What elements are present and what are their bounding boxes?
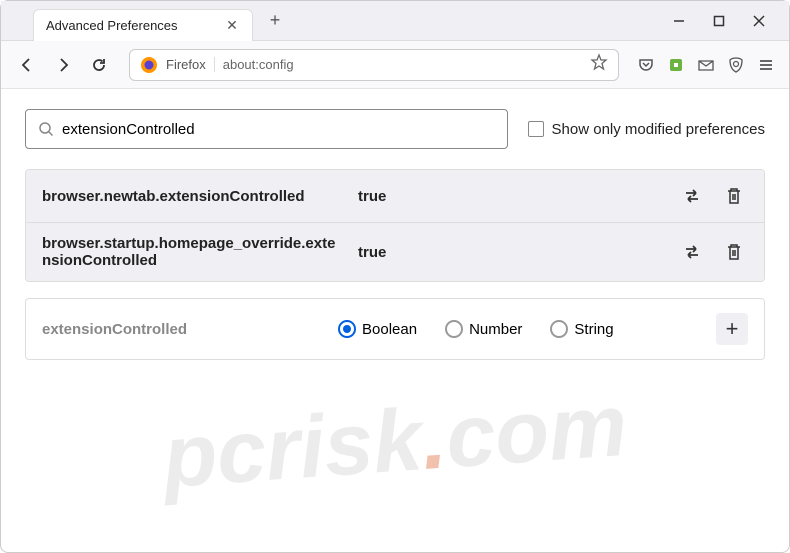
delete-button[interactable] [720, 182, 748, 210]
browser-tab[interactable]: Advanced Preferences ✕ [33, 9, 253, 41]
watermark: pcrisk.com [160, 374, 631, 508]
radio-number[interactable]: Number [445, 320, 522, 338]
url-bar[interactable]: Firefox about:config [129, 49, 619, 81]
menu-icon[interactable] [755, 54, 777, 76]
show-modified-checkbox[interactable]: Show only modified preferences [528, 121, 765, 138]
close-window-button[interactable] [749, 11, 769, 31]
preference-table: browser.newtab.extensionControlled true … [25, 169, 765, 282]
preference-row: browser.newtab.extensionControlled true [26, 170, 764, 223]
radio-string[interactable]: String [550, 320, 613, 338]
radio-label: Number [469, 321, 522, 338]
add-preference-button[interactable]: + [716, 313, 748, 345]
tab-title: Advanced Preferences [46, 18, 224, 33]
shield-icon[interactable] [725, 54, 747, 76]
toggle-button[interactable] [678, 238, 706, 266]
reload-button[interactable] [85, 51, 113, 79]
minimize-button[interactable] [669, 11, 689, 31]
back-button[interactable] [13, 51, 41, 79]
firefox-icon [140, 56, 158, 74]
radio-icon [445, 320, 463, 338]
pocket-icon[interactable] [635, 54, 657, 76]
search-icon [38, 121, 54, 137]
preference-row: browser.startup.homepage_override.extens… [26, 223, 764, 281]
type-radio-group: Boolean Number String [338, 320, 700, 338]
maximize-button[interactable] [709, 11, 729, 31]
radio-icon [338, 320, 356, 338]
search-row: Show only modified preferences [25, 109, 765, 149]
preference-value: true [358, 188, 662, 205]
radio-label: Boolean [362, 321, 417, 338]
preference-actions [678, 238, 748, 266]
new-preference-name: extensionControlled [42, 321, 322, 338]
preference-name: browser.newtab.extensionControlled [42, 188, 342, 205]
bookmark-star-icon[interactable] [590, 53, 608, 76]
checkbox-label: Show only modified preferences [552, 121, 765, 138]
urlbar-address: about:config [223, 57, 582, 72]
preference-actions [678, 182, 748, 210]
new-preference-row: extensionControlled Boolean Number Strin… [25, 298, 765, 360]
new-tab-button[interactable]: + [261, 7, 289, 35]
radio-icon [550, 320, 568, 338]
preference-name: browser.startup.homepage_override.extens… [42, 235, 342, 269]
mail-icon[interactable] [695, 54, 717, 76]
browser-toolbar: Firefox about:config [1, 41, 789, 89]
search-box[interactable] [25, 109, 508, 149]
window-controls [669, 11, 789, 31]
preference-value: true [358, 244, 662, 261]
close-tab-icon[interactable]: ✕ [224, 17, 240, 33]
search-input[interactable] [62, 121, 495, 138]
toggle-button[interactable] [678, 182, 706, 210]
extension-icon[interactable] [665, 54, 687, 76]
radio-label: String [574, 321, 613, 338]
page-content: Show only modified preferences browser.n… [1, 89, 789, 380]
radio-boolean[interactable]: Boolean [338, 320, 417, 338]
window-titlebar: Advanced Preferences ✕ + [1, 1, 789, 41]
urlbar-brand: Firefox [166, 57, 215, 72]
delete-button[interactable] [720, 238, 748, 266]
forward-button[interactable] [49, 51, 77, 79]
checkbox-icon [528, 121, 544, 137]
